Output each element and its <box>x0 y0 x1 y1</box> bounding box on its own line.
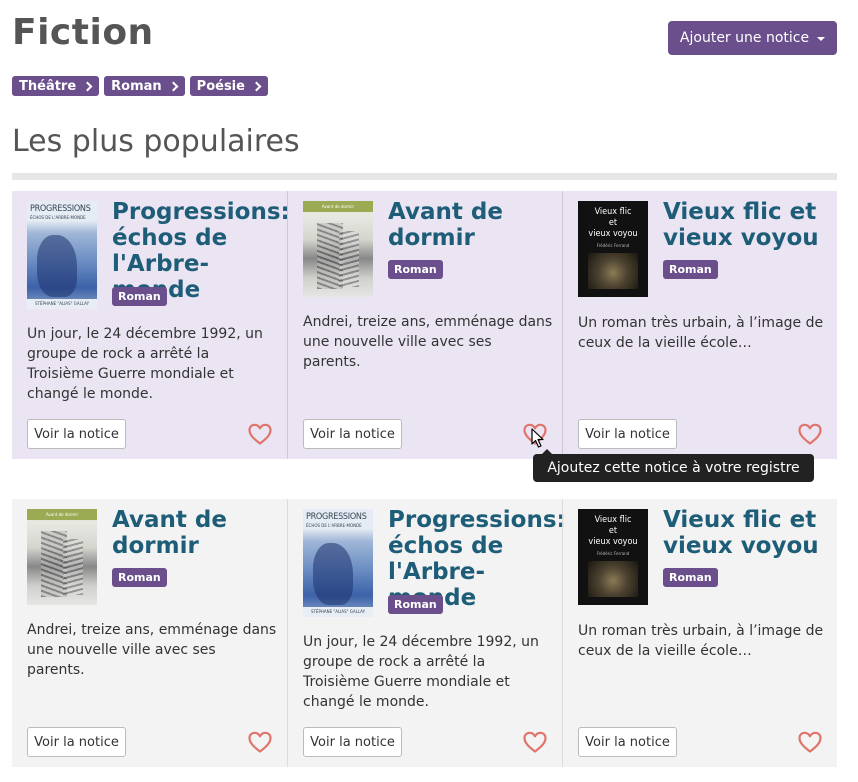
notice-title-link[interactable]: Vieux flic et vieux voyou <box>663 507 843 559</box>
genre-tag[interactable]: Roman <box>388 595 443 614</box>
cover-title: Avant de dormir <box>303 201 373 212</box>
heart-outline-icon[interactable] <box>797 730 823 754</box>
cover-illustration <box>588 561 638 597</box>
notice-card: Avant de dormir Avant de dormir Roman An… <box>12 499 287 767</box>
favorite-tooltip: Ajoutez cette notice à votre registre <box>533 449 814 482</box>
cards-row: PROGRESSIONS ÉCHOS DE L'ARBRE-MONDE STÉP… <box>12 191 837 459</box>
category-link-label: Roman <box>111 78 162 94</box>
cover-subtitle: ÉCHOS DE L'ARBRE-MONDE <box>30 215 86 220</box>
category-links: Théâtre Roman Poésie <box>12 76 268 96</box>
cover-title: PROGRESSIONS <box>30 204 91 214</box>
cards-row: Avant de dormir Avant de dormir Roman An… <box>12 499 837 767</box>
category-link-label: Poésie <box>196 78 245 94</box>
cover-title: Vieux flic et vieux voyou <box>588 515 638 547</box>
category-link-poesie[interactable]: Poésie <box>189 76 268 96</box>
genre-tag[interactable]: Roman <box>112 568 167 587</box>
heart-outline-icon[interactable] <box>522 730 548 754</box>
chevron-right-icon <box>168 81 179 91</box>
view-notice-button[interactable]: Voir la notice <box>303 419 402 449</box>
notice-description: Un jour, le 24 décembre 1992, un groupe … <box>27 326 263 402</box>
heart-outline-icon[interactable] <box>247 730 273 754</box>
notice-description: Un roman très urbain, à l’image de ceux … <box>578 315 824 351</box>
view-notice-button[interactable]: Voir la notice <box>27 419 126 449</box>
book-cover-image[interactable]: PROGRESSIONS ÉCHOS DE L'ARBRE-MONDE STÉP… <box>303 509 373 617</box>
genre-tag[interactable]: Roman <box>663 568 718 587</box>
chevron-right-icon <box>251 81 262 91</box>
genre-tag[interactable]: Roman <box>663 260 718 279</box>
notice-card: PROGRESSIONS ÉCHOS DE L'ARBRE-MONDE STÉP… <box>287 499 566 767</box>
category-link-roman[interactable]: Roman <box>104 76 185 96</box>
notice-description: Andrei, treize ans, emménage dans une no… <box>27 622 277 678</box>
heart-outline-icon[interactable] <box>797 422 823 446</box>
notice-card: PROGRESSIONS ÉCHOS DE L'ARBRE-MONDE STÉP… <box>12 191 290 459</box>
cover-illustration <box>588 253 638 289</box>
genre-tag[interactable]: Roman <box>388 260 443 279</box>
cover-illustration <box>63 539 83 595</box>
book-cover-image[interactable]: Avant de dormir <box>27 509 97 605</box>
caret-down-icon <box>817 37 826 41</box>
notice-title-link[interactable]: Avant de dormir <box>112 507 292 559</box>
genre-tag[interactable]: Roman <box>112 287 167 306</box>
category-link-theatre[interactable]: Théâtre <box>12 76 100 96</box>
notice-description: Un jour, le 24 décembre 1992, un groupe … <box>303 634 539 710</box>
add-notice-label: Ajouter une notice <box>679 30 810 46</box>
chevron-right-icon <box>82 81 93 91</box>
book-cover-image[interactable]: Vieux flic et vieux voyou Frédéric Ferra… <box>578 509 648 605</box>
cover-illustration <box>37 235 77 297</box>
notice-card: Vieux flic et vieux voyou Frédéric Ferra… <box>562 499 837 767</box>
view-notice-button[interactable]: Voir la notice <box>303 727 402 757</box>
cover-subtitle: ÉCHOS DE L'ARBRE-MONDE <box>306 523 362 528</box>
cover-author: Frédéric Ferrand <box>596 551 630 556</box>
book-cover-image[interactable]: PROGRESSIONS ÉCHOS DE L'ARBRE-MONDE STÉP… <box>27 201 97 309</box>
book-cover-image[interactable]: Vieux flic et vieux voyou Frédéric Ferra… <box>578 201 648 297</box>
notice-card: Vieux flic et vieux voyou Frédéric Ferra… <box>562 191 837 459</box>
cover-author: Frédéric Ferrand <box>596 243 630 248</box>
notice-title-link[interactable]: Avant de dormir <box>388 199 568 251</box>
cover-title: Avant de dormir <box>27 509 97 520</box>
cover-author: STÉPHANE "ALIAS" GALLAY <box>303 607 373 617</box>
cover-author: STÉPHANE "ALIAS" GALLAY <box>27 299 97 309</box>
heart-outline-icon[interactable] <box>247 422 273 446</box>
notice-title-link[interactable]: Vieux flic et vieux voyou <box>663 199 843 251</box>
book-cover-image[interactable]: Avant de dormir <box>303 201 373 297</box>
cover-illustration <box>313 543 353 605</box>
notice-description: Andrei, treize ans, emménage dans une no… <box>303 314 553 370</box>
section-title: Les plus populaires <box>12 124 300 159</box>
view-notice-button[interactable]: Voir la notice <box>27 727 126 757</box>
view-notice-button[interactable]: Voir la notice <box>578 419 677 449</box>
notice-description: Un roman très urbain, à l’image de ceux … <box>578 623 824 659</box>
section-divider <box>12 173 837 180</box>
view-notice-button[interactable]: Voir la notice <box>578 727 677 757</box>
cover-title: PROGRESSIONS <box>306 512 367 522</box>
notice-card: Avant de dormir Avant de dormir Roman An… <box>287 191 562 459</box>
cover-title: Vieux flic et vieux voyou <box>588 207 638 239</box>
category-link-label: Théâtre <box>19 78 77 94</box>
add-notice-dropdown-button[interactable]: Ajouter une notice <box>668 21 837 55</box>
cover-illustration <box>339 231 359 287</box>
mouse-pointer-icon <box>531 428 544 448</box>
page-title: Fiction <box>12 12 154 53</box>
